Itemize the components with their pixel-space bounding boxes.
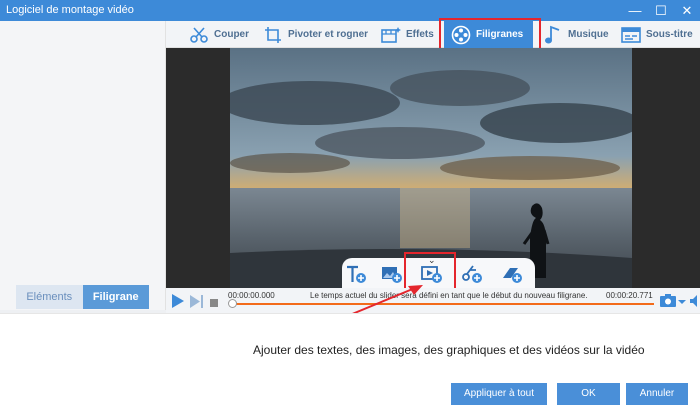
edit-toolbar: Couper Pivoter et rogner Effets Filigran…: [166, 21, 700, 48]
apply-all-button[interactable]: Appliquer à tout: [451, 383, 547, 405]
stop-icon[interactable]: [210, 298, 218, 310]
tab-watermark[interactable]: Filigrane: [82, 285, 149, 309]
camera-icon[interactable]: [660, 294, 686, 311]
toolbar-label: Filigranes: [476, 29, 524, 40]
play-to-end-icon[interactable]: [190, 295, 204, 311]
effects-icon: [380, 24, 402, 46]
tab-elements[interactable]: Eléments: [16, 285, 83, 309]
chevron-down-icon: ⌄: [428, 255, 436, 265]
crop-icon: [262, 24, 284, 46]
toolbar-item-cut[interactable]: Couper: [188, 21, 249, 48]
toolbar-label: Effets: [406, 29, 434, 40]
toolbar-item-rotate-crop[interactable]: Pivoter et rogner: [262, 21, 368, 48]
video-frame: [230, 48, 632, 288]
feature-description: Ajouter des textes, des images, des grap…: [253, 343, 645, 357]
video-preview: [166, 48, 700, 288]
minimize-button[interactable]: —: [622, 0, 648, 21]
left-panel: Eléments Filigrane: [0, 21, 166, 334]
scissors-icon: [188, 24, 210, 46]
toolbar-label: Sous-titre: [646, 29, 693, 40]
timeline-track[interactable]: [232, 303, 654, 305]
ok-button[interactable]: OK: [557, 383, 620, 405]
toolbar-item-watermarks[interactable]: Filigranes: [444, 21, 534, 48]
left-tabs: Eléments Filigrane: [16, 285, 149, 309]
add-graphic-icon[interactable]: [498, 260, 526, 288]
cancel-button[interactable]: Annuler: [626, 383, 688, 405]
toolbar-label: Pivoter et rogner: [288, 29, 369, 40]
window-title: Logiciel de montage vidéo: [6, 4, 134, 16]
toolbar-item-music[interactable]: Musique: [542, 21, 609, 48]
volume-icon[interactable]: [690, 295, 700, 310]
title-bar: Logiciel de montage vidéo — ☐ ✕: [0, 0, 700, 21]
toolbar-item-effects[interactable]: Effets: [380, 21, 434, 48]
add-shape-icon[interactable]: [458, 260, 486, 288]
film-reel-icon: [450, 24, 472, 46]
timeline-thumb[interactable]: [228, 299, 237, 308]
maximize-button[interactable]: ☐: [648, 0, 674, 21]
toolbar-item-subtitle[interactable]: Sous-titre: [620, 21, 693, 48]
play-icon[interactable]: [172, 294, 184, 311]
close-button[interactable]: ✕: [674, 0, 700, 21]
toolbar-label: Couper: [214, 29, 249, 40]
toolbar-label: Musique: [568, 29, 609, 40]
time-end: 00:00:20.771: [606, 291, 653, 300]
subtitle-icon: [620, 24, 642, 46]
music-note-icon: [542, 24, 564, 46]
time-start: 00:00:00.000: [228, 291, 275, 300]
